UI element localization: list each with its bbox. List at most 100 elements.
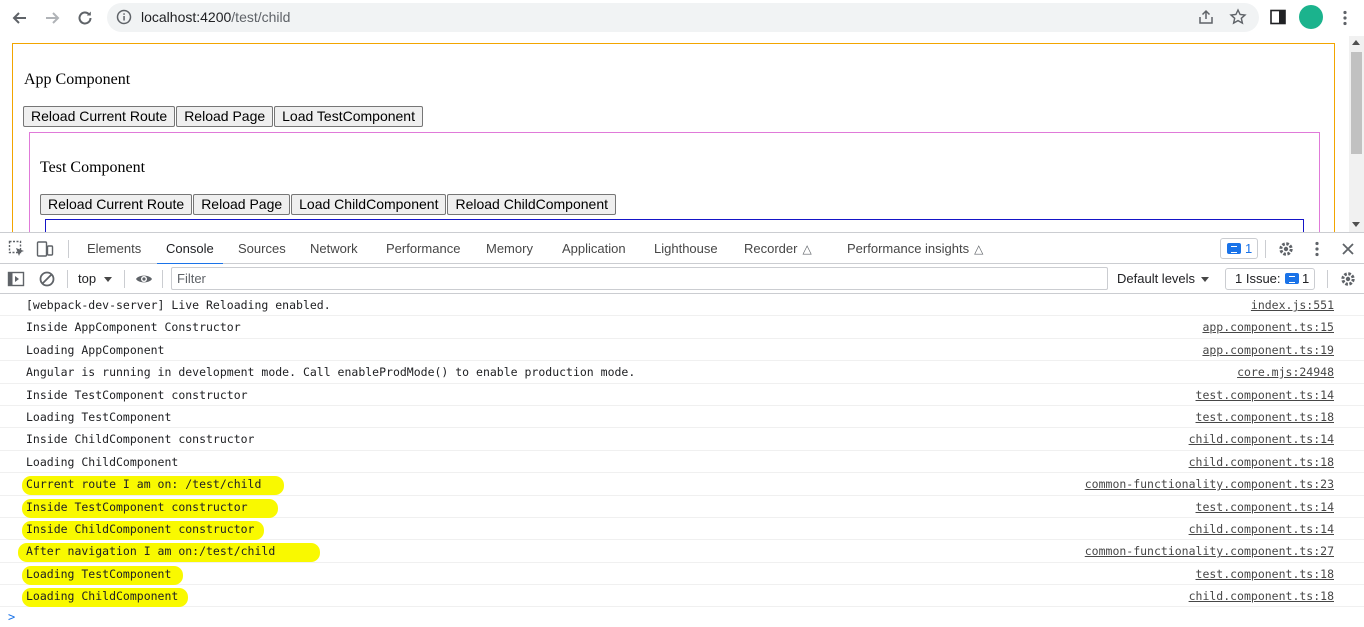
test-component-title: Test Component — [40, 159, 146, 176]
console-message-text: Loading ChildComponent — [26, 589, 179, 604]
console-message-text: Loading ChildComponent — [26, 454, 179, 469]
scroll-down-arrow-icon[interactable] — [1352, 222, 1360, 227]
console-source-link[interactable]: test.component.ts:14 — [1196, 384, 1334, 406]
console-message-text: Inside ChildComponent constructor — [26, 521, 255, 536]
site-info-icon[interactable] — [116, 9, 132, 25]
profile-avatar[interactable] — [1299, 5, 1323, 29]
console-row: Inside TestComponent constructor test.com… — [0, 496, 1364, 518]
url-text[interactable]: localhost:4200/test/child — [141, 9, 290, 25]
console-source-link[interactable]: index.js:551 — [1251, 294, 1334, 316]
console-source-link[interactable]: common-functionality.component.ts:27 — [1085, 540, 1334, 562]
console-row: Loading TestComponent test.component.ts:1… — [0, 406, 1364, 429]
scroll-up-arrow-icon[interactable] — [1352, 40, 1360, 45]
console-sidebar-icon[interactable] — [7, 270, 25, 288]
console-message-text: Angular is running in development mode. … — [26, 365, 636, 380]
close-devtools-icon[interactable] — [1339, 240, 1357, 258]
tab-performance[interactable]: Performance — [386, 233, 460, 264]
app-reload-page-button[interactable]: Reload Page — [176, 106, 274, 127]
live-expression-eye-icon[interactable] — [135, 270, 153, 288]
address-bar[interactable]: localhost:4200/test/child — [107, 3, 1259, 32]
console-message-text: After navigation I am on:/test/child — [26, 544, 276, 559]
tab-performance-insights-label: Performance insights — [847, 241, 970, 256]
console-source-link[interactable]: child.component.ts:18 — [1189, 585, 1334, 607]
back-button[interactable] — [8, 6, 32, 30]
bookmark-star-icon[interactable] — [1229, 8, 1247, 26]
reload-child-component-button[interactable]: Reload ChildComponent — [447, 194, 617, 215]
toolbar-separator — [162, 270, 163, 288]
tab-memory[interactable]: Memory — [486, 233, 533, 264]
console-source-link[interactable]: child.component.ts:18 — [1189, 451, 1334, 473]
issues-button[interactable]: 1 Issue: 1 — [1225, 268, 1315, 290]
console-source-link[interactable]: app.component.ts:15 — [1202, 316, 1334, 338]
device-toolbar-icon[interactable] — [36, 240, 54, 258]
console-source-link[interactable]: core.mjs:24948 — [1237, 361, 1334, 383]
settings-gear-icon[interactable] — [1277, 240, 1295, 258]
console-message-text: Loading TestComponent — [26, 566, 172, 581]
console-prompt[interactable]: > — [8, 610, 15, 624]
console-source-link[interactable]: common-functionality.component.ts:23 — [1085, 473, 1334, 495]
console-row: Inside ChildComponent constructor child.c… — [0, 428, 1364, 451]
tab-recorder[interactable]: Recorder △ — [744, 233, 812, 264]
context-selector[interactable]: top — [78, 271, 113, 286]
console-row: Current route I am on: /test/child common… — [0, 473, 1364, 496]
experimental-flask-icon: △ — [802, 242, 812, 256]
message-icon — [1227, 243, 1241, 254]
clear-console-icon[interactable] — [38, 270, 56, 288]
app-component-title: App Component — [24, 71, 131, 88]
console-filter-input[interactable] — [171, 267, 1108, 290]
app-button-row: Reload Current Route Reload Page Load Te… — [23, 106, 423, 127]
test-reload-page-button[interactable]: Reload Page — [193, 194, 291, 215]
reload-icon — [78, 11, 92, 25]
test-component-box: Test Component Reload Current Route Relo… — [29, 132, 1320, 232]
console-source-link[interactable]: child.component.ts:14 — [1189, 518, 1334, 540]
console-message-text: Inside ChildComponent constructor — [26, 432, 255, 447]
tab-console[interactable]: Console — [157, 233, 223, 265]
inspect-element-icon[interactable] — [8, 240, 26, 258]
console-settings-gear-icon[interactable] — [1339, 270, 1357, 288]
share-icon[interactable] — [1197, 8, 1215, 26]
load-child-component-button[interactable]: Load ChildComponent — [291, 194, 447, 215]
console-messages-badge[interactable]: 1 — [1220, 238, 1258, 259]
console-row: After navigation I am on:/test/child comm… — [0, 540, 1364, 563]
devtools-menu-icon[interactable] — [1308, 240, 1326, 258]
console-row: Inside TestComponent constructor test.com… — [0, 384, 1364, 406]
dropdown-arrow-icon — [104, 277, 113, 283]
console-source-link[interactable]: test.component.ts:14 — [1196, 496, 1334, 518]
app-reload-current-route-button[interactable]: Reload Current Route — [23, 106, 176, 127]
experimental-flask-icon: △ — [974, 242, 984, 256]
tab-separator — [1265, 240, 1266, 258]
tab-sources[interactable]: Sources — [238, 233, 286, 264]
tab-performance-insights[interactable]: Performance insights △ — [847, 233, 983, 264]
test-reload-current-route-button[interactable]: Reload Current Route — [40, 194, 193, 215]
forward-arrow-icon — [46, 12, 60, 24]
console-message-text: Inside AppComponent Constructor — [26, 320, 241, 335]
forward-button[interactable] — [40, 6, 64, 30]
browser-menu-icon[interactable] — [1336, 9, 1354, 27]
page-scrollbar[interactable] — [1349, 36, 1364, 232]
reload-button[interactable] — [73, 6, 97, 30]
console-message-text: Loading AppComponent — [26, 342, 165, 357]
console-row: Loading TestComponent test.component.ts:1… — [0, 563, 1364, 586]
scrollbar-thumb[interactable] — [1351, 52, 1362, 154]
load-test-component-button[interactable]: Load TestComponent — [274, 106, 423, 127]
side-panel-icon[interactable] — [1270, 9, 1286, 25]
log-levels-dropdown[interactable]: Default levels — [1117, 271, 1210, 286]
console-source-link[interactable]: app.component.ts:19 — [1202, 339, 1334, 361]
tab-application[interactable]: Application — [562, 233, 626, 264]
tab-network[interactable]: Network — [310, 233, 358, 264]
dropdown-arrow-icon — [1201, 277, 1210, 283]
console-message-text: Loading TestComponent — [26, 409, 172, 424]
page-viewport: App Component Reload Current Route Reloa… — [0, 36, 1364, 232]
console-message-text: [webpack-dev-server] Live Reloading enab… — [26, 298, 331, 312]
app-component-box: App Component Reload Current Route Reloa… — [12, 43, 1335, 232]
tab-recorder-label: Recorder — [744, 241, 798, 256]
console-source-link[interactable]: test.component.ts:18 — [1196, 406, 1334, 428]
tab-lighthouse[interactable]: Lighthouse — [654, 233, 718, 264]
console-message-text: Inside TestComponent constructor — [26, 387, 248, 402]
context-label: top — [78, 271, 97, 286]
console-row: Loading ChildComponent child.component.ts… — [0, 451, 1364, 474]
devtools-panel: Elements Console Sources Network Perform… — [0, 232, 1364, 627]
tab-elements[interactable]: Elements — [87, 233, 141, 264]
console-source-link[interactable]: test.component.ts:18 — [1196, 563, 1334, 585]
console-source-link[interactable]: child.component.ts:14 — [1189, 428, 1334, 450]
